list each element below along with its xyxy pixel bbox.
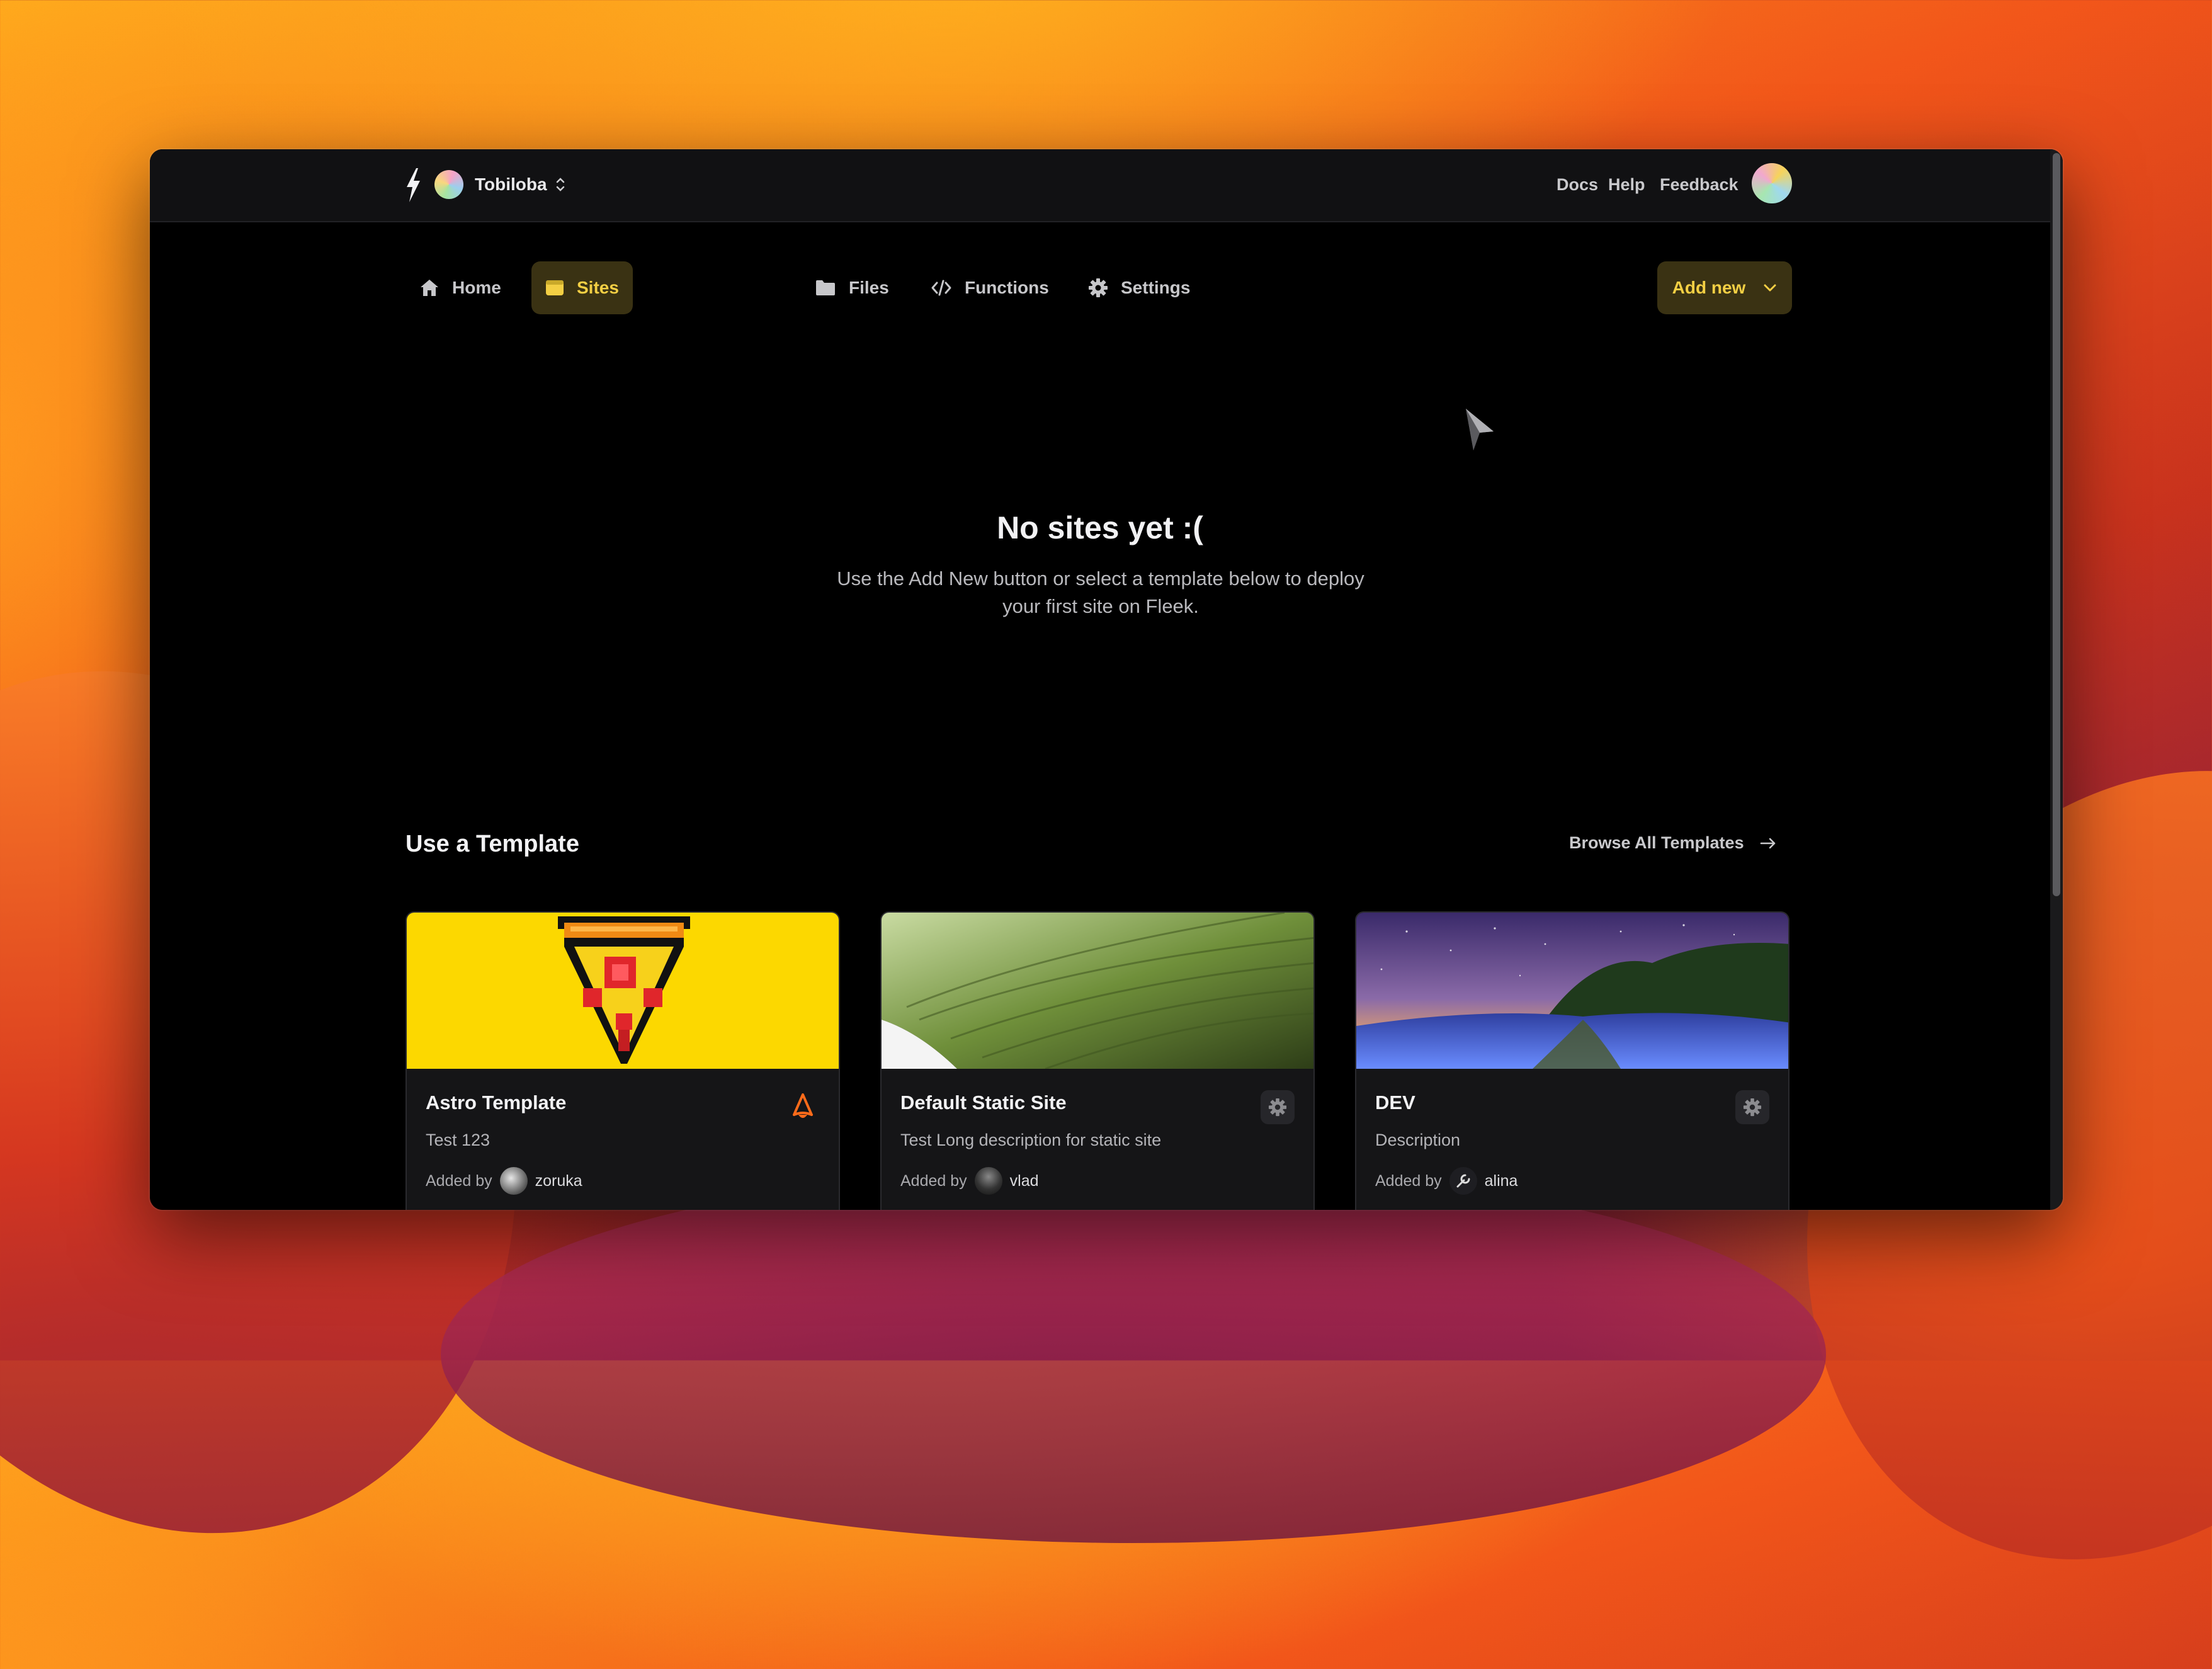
template-author-row: Added by zoruka — [426, 1167, 582, 1195]
template-description: Description — [1375, 1131, 1461, 1149]
chevron-updown-icon[interactable] — [554, 173, 567, 196]
template-author-row: Added by alina — [1375, 1167, 1517, 1195]
template-card-dev[interactable]: DEV Description Added by alina — [1355, 911, 1789, 1210]
nav-settings[interactable]: Settings — [1074, 261, 1204, 314]
nav-functions-label: Functions — [965, 278, 1049, 297]
home-icon — [421, 280, 438, 296]
gear-icon — [1268, 1098, 1287, 1117]
arrow-right-icon — [1760, 838, 1775, 848]
nav-functions[interactable]: Functions — [917, 261, 1063, 314]
wallpaper-swoosh — [441, 1165, 1826, 1543]
author-name[interactable]: zoruka — [535, 1172, 582, 1190]
astro-badge — [786, 1090, 820, 1124]
workspace-avatar[interactable] — [434, 170, 463, 199]
feedback-link[interactable]: Feedback — [1660, 173, 1738, 196]
nav-home-label: Home — [452, 278, 501, 297]
template-title: Astro Template — [426, 1091, 567, 1114]
template-thumbnail-leaf — [882, 913, 1313, 1069]
fleek-logo-icon[interactable] — [404, 167, 422, 203]
author-name[interactable]: alina — [1485, 1172, 1518, 1190]
empty-state-title: No sites yet :( — [997, 510, 1203, 545]
author-avatar — [499, 1167, 528, 1195]
added-by-label: Added by — [426, 1171, 492, 1190]
template-settings-badge[interactable] — [1261, 1090, 1295, 1124]
code-icon — [931, 280, 951, 296]
empty-state-description: Use the Add New button or select a templ… — [837, 567, 1364, 617]
author-name[interactable]: vlad — [1010, 1172, 1039, 1190]
added-by-label: Added by — [900, 1171, 967, 1190]
wrench-icon — [1456, 1174, 1470, 1188]
author-avatar — [1449, 1167, 1477, 1195]
nav-sites[interactable]: Sites — [531, 261, 633, 314]
template-title: DEV — [1375, 1091, 1415, 1114]
docs-link[interactable]: Docs — [1557, 173, 1598, 196]
template-card-astro[interactable]: Astro Template Test 123 Added by zoruka — [406, 911, 840, 1210]
template-description: Test Long description for static site — [900, 1131, 1162, 1149]
cursor-illustration-icon — [1466, 409, 1494, 450]
scrollbar[interactable] — [2050, 149, 2063, 1210]
nav-files-label: Files — [849, 278, 889, 297]
templates-section-title: Use a Template — [406, 831, 579, 857]
scrollbar-thumb[interactable] — [2053, 153, 2060, 896]
template-title: Default Static Site — [900, 1091, 1067, 1114]
browse-all-templates-label: Browse All Templates — [1569, 833, 1744, 852]
browse-all-templates-link[interactable]: Browse All Templates — [1569, 833, 1777, 853]
help-link[interactable]: Help — [1608, 173, 1645, 196]
added-by-label: Added by — [1375, 1171, 1442, 1190]
workspace-name[interactable]: Tobiloba — [475, 173, 547, 196]
gear-icon — [1089, 278, 1108, 297]
nav-settings-label: Settings — [1121, 278, 1191, 297]
nav-sites-label: Sites — [577, 278, 619, 297]
app-window: Tobiloba Docs Help Feedback Home Sites F… — [150, 149, 2063, 1210]
add-new-label: Add new — [1672, 278, 1746, 297]
folder-icon — [816, 280, 835, 295]
template-settings-badge[interactable] — [1735, 1090, 1769, 1124]
template-author-row: Added by vlad — [900, 1167, 1039, 1195]
author-avatar — [974, 1167, 1002, 1195]
user-avatar[interactable] — [1752, 163, 1792, 203]
template-thumbnail-pizza — [407, 913, 839, 1069]
template-card-default-static-site[interactable]: Default Static Site Test Long descriptio… — [880, 911, 1315, 1210]
chevron-down-icon — [1764, 284, 1776, 292]
template-thumbnail-night-field — [1356, 913, 1788, 1069]
template-description: Test 123 — [426, 1131, 491, 1149]
nav-files[interactable]: Files — [801, 261, 903, 314]
gear-icon — [1743, 1098, 1762, 1117]
nav-home[interactable]: Home — [406, 261, 515, 314]
astro-icon — [793, 1093, 813, 1118]
add-new-button[interactable]: Add new — [1657, 261, 1792, 314]
top-bar: Tobiloba Docs Help Feedback — [150, 149, 2063, 222]
sites-icon — [546, 280, 564, 295]
